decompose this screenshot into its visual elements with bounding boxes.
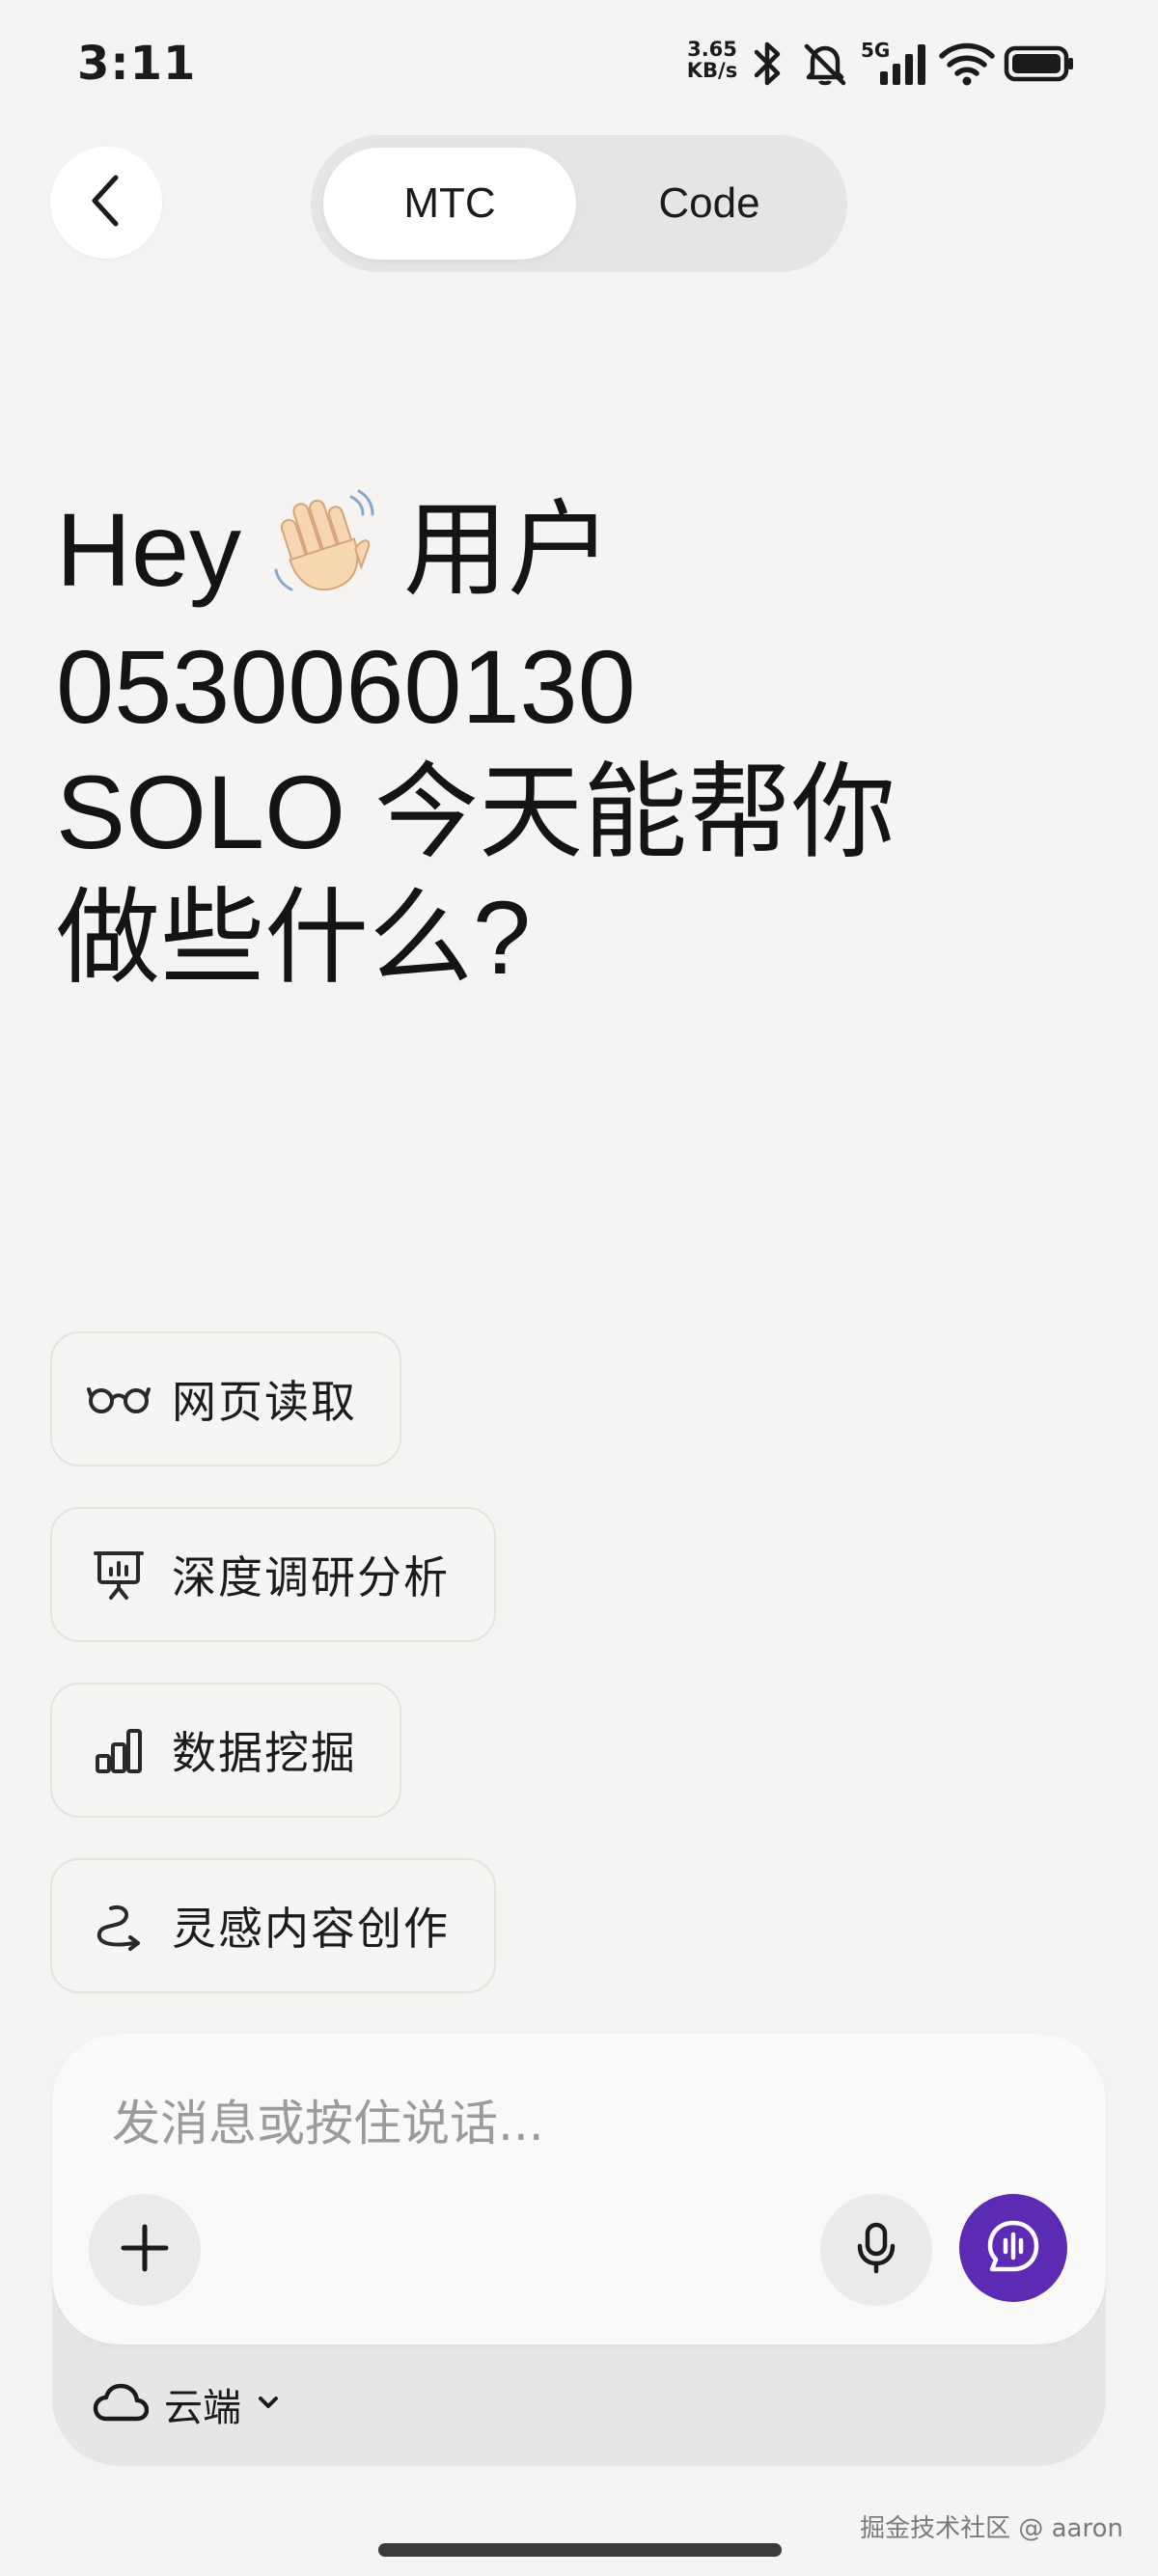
chevron-down-icon [255,2393,282,2416]
voice-input-button[interactable] [820,2194,932,2306]
greeting-line-3: SOLO 今天能帮你 [56,754,896,870]
greeting-line-1: Hey 用户 [56,487,1021,624]
greeting-user-label: 用户 [403,491,613,608]
signal-icon [874,39,928,93]
message-composer [52,2034,1106,2344]
bluetooth-icon [749,39,787,93]
environment-label: 云端 [164,2386,241,2430]
environment-selector[interactable]: 云端 [93,2375,282,2433]
tab-code[interactable]: Code [583,148,836,260]
glasses-icon [87,1375,151,1423]
network-speed-unit: KB/s [686,59,738,82]
quick-action-web-reading[interactable]: 网页读取 [50,1331,401,1466]
home-indicator[interactable] [378,2543,782,2557]
chevron-left-icon [85,172,127,233]
mute-icon [799,39,851,93]
tab-mtc[interactable]: MTC [323,148,576,260]
quick-action-inspiration[interactable]: 灵感内容创作 [50,1858,496,1993]
watermark: 掘金技术社区 @ aaron [860,2514,1123,2543]
greeting-hey: Hey [56,491,242,608]
mode-switcher: MTC Code [311,135,847,272]
quick-action-data-mining[interactable]: 数据挖掘 [50,1683,401,1818]
battery-icon [1004,39,1077,93]
voice-chat-icon [984,2217,1042,2279]
back-button[interactable] [50,147,162,259]
voice-chat-button[interactable] [959,2194,1067,2302]
greeting-user-id: 0530060130 [56,628,636,745]
microphone-icon [855,2221,897,2279]
bar-chart-icon [87,1726,151,1774]
quick-action-deep-research[interactable]: 深度调研分析 [50,1507,496,1642]
add-attachment-button[interactable] [89,2194,201,2306]
network-speed-value: 3.65 [687,38,737,61]
greeting-line-4: 做些什么? [56,879,532,996]
network-speed: 3.65 KB/s [683,39,741,81]
wifi-icon [938,39,996,93]
message-input[interactable] [112,2096,980,2151]
chip-label: 深度调研分析 [172,1551,450,1603]
inspiration-icon [87,1902,151,1951]
chip-label: 灵感内容创作 [172,1903,450,1955]
status-bar: 3:11 3.65 KB/s 5G [0,0,1158,135]
chip-label: 网页读取 [172,1376,357,1428]
chip-label: 数据挖掘 [172,1727,357,1779]
plus-icon [118,2221,172,2279]
waving-hand-icon [270,489,376,624]
greeting-heading: Hey 用户 0530060130 SOLO 今天能帮你 做些什么? [56,487,1021,1000]
cloud-icon [93,2380,150,2428]
status-time: 3:11 [77,37,197,91]
presentation-board-icon [87,1550,151,1600]
